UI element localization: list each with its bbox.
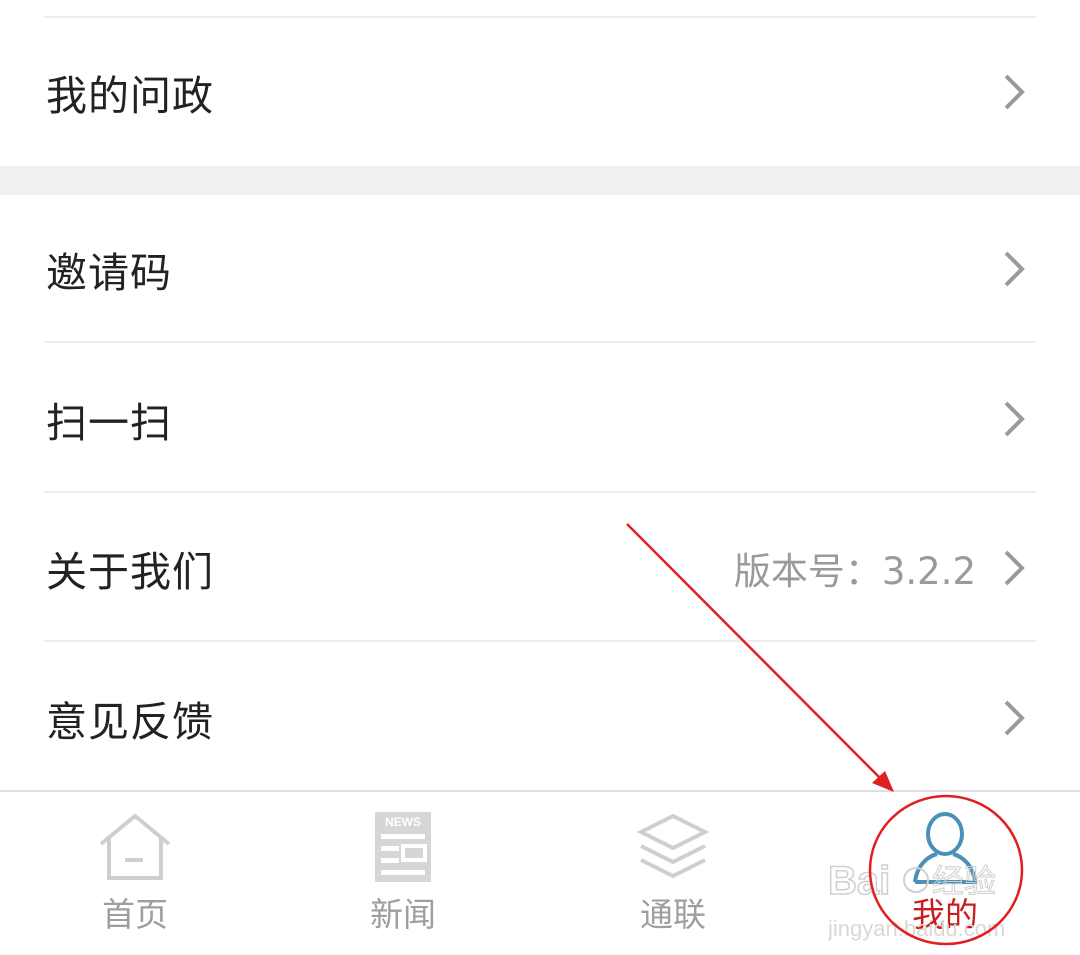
menu-item-scan[interactable]: 扫一扫 — [0, 345, 1080, 493]
tab-label: 通联 — [640, 895, 706, 934]
home-icon — [99, 813, 171, 880]
layers-icon — [636, 813, 710, 879]
menu-item-label: 意见反馈 — [46, 698, 214, 746]
menu-item-label: 关于我们 — [46, 548, 214, 596]
menu-item-label: 我的问政 — [46, 72, 214, 120]
tab-label: 首页 — [102, 895, 168, 934]
chevron-right-icon — [1004, 700, 1025, 736]
tab-label: 我的 — [912, 895, 978, 934]
menu-item-feedback[interactable]: 意见反馈 — [0, 644, 1080, 792]
svg-text:NEWS: NEWS — [385, 815, 421, 829]
chevron-right-icon — [1004, 401, 1025, 437]
menu-item-label: 扫一扫 — [46, 399, 172, 447]
tab-news[interactable]: NEWS 新闻 — [328, 792, 478, 955]
tab-me[interactable]: 我的 — [870, 792, 1020, 955]
user-icon — [913, 812, 978, 884]
chevron-right-icon — [1004, 74, 1025, 110]
tab-label: 新闻 — [370, 895, 436, 934]
row-divider — [44, 491, 1036, 493]
menu-item-invite-code[interactable]: 邀请码 — [0, 195, 1080, 343]
news-icon: NEWS — [375, 812, 431, 882]
row-divider — [44, 341, 1036, 343]
chevron-right-icon — [1004, 550, 1025, 586]
row-divider — [44, 640, 1036, 642]
bottom-tab-bar: 首页 NEWS 新闻 通联 我的 — [0, 790, 1080, 955]
chevron-right-icon — [1004, 251, 1025, 287]
menu-item-my-inquiries[interactable]: 我的问政 — [0, 18, 1080, 166]
menu-item-label: 邀请码 — [46, 249, 172, 297]
section-separator — [0, 166, 1080, 195]
tab-contacts[interactable]: 通联 — [598, 792, 748, 955]
menu-item-about-us[interactable]: 关于我们 版本号：3.2.2 — [0, 494, 1080, 642]
version-value: 版本号：3.2.2 — [733, 550, 976, 593]
tab-home[interactable]: 首页 — [60, 792, 210, 955]
